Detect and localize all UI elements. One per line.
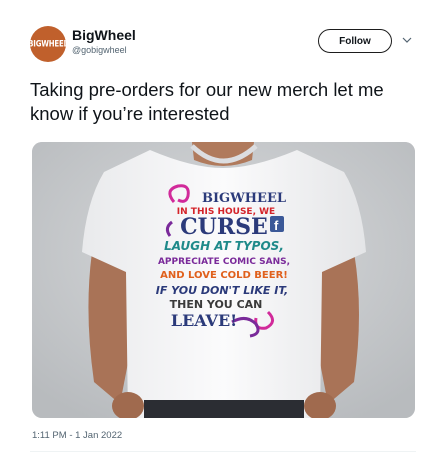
print-line-7: THEN YOU CAN (170, 298, 263, 311)
avatar[interactable]: BIGWHEEL (30, 26, 66, 62)
print-brand: BIGWHEEL (202, 191, 286, 206)
tweet-media-image[interactable]: f BIGWHEEL IN THIS HOUSE, WE CURSE LAUGH… (32, 142, 415, 418)
display-name[interactable]: BigWheel (72, 27, 136, 43)
print-line-3: LAUGH AT TYPOS, (164, 239, 284, 253)
chevron-down-icon[interactable] (402, 35, 412, 45)
user-handle[interactable]: @gobigwheel (72, 45, 127, 55)
print-line-2: CURSE (180, 214, 268, 240)
follow-button[interactable]: Follow (318, 29, 392, 53)
print-line-5: AND LOVE COLD BEER! (160, 270, 288, 281)
tshirt-photo: f BIGWHEEL IN THIS HOUSE, WE CURSE LAUGH… (32, 142, 415, 418)
tweet-text: Taking pre-orders for our new merch let … (30, 79, 384, 124)
print-line-4: APPRECIATE COMIC SANS, (158, 257, 290, 267)
svg-text:f: f (274, 218, 279, 233)
avatar-logo-text: BIGWHEEL (30, 38, 66, 50)
tweet-timestamp[interactable]: 1:11 PM - 1 Jan 2022 (32, 430, 122, 441)
print-line-6: IF YOU DON'T LIKE IT, (156, 284, 289, 297)
divider (30, 451, 416, 452)
print-line-8: LEAVE! (171, 311, 237, 330)
